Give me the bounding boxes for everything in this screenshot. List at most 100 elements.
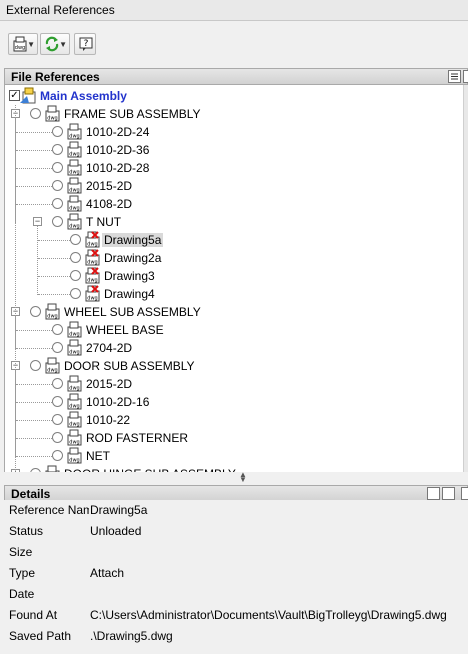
tree-node-label[interactable]: 1010-2D-24 [84, 125, 151, 139]
expand-icon[interactable] [461, 487, 468, 500]
tree-node[interactable]: − dwg DOOR SUB ASSEMBLY [5, 357, 464, 375]
tree-node[interactable]: dwg 2015-2D [5, 375, 464, 393]
details-row: Found At C:\Users\Administrator\Documents… [9, 605, 464, 625]
tree-node-label[interactable]: Drawing3 [102, 269, 157, 283]
node-radio[interactable] [52, 396, 63, 407]
node-radio[interactable] [52, 450, 63, 461]
svg-text:dwg: dwg [69, 170, 79, 176]
tree-node[interactable]: dwg Drawing5a [5, 231, 464, 249]
dwg-file-icon: dwg [67, 321, 82, 338]
svg-text:dwg: dwg [69, 134, 79, 140]
node-radio[interactable] [30, 360, 41, 371]
node-radio[interactable] [70, 234, 81, 245]
details-row: Reference NameDrawing5a [9, 500, 464, 520]
tree-node[interactable]: dwg 1010-22 [5, 411, 464, 429]
tree-node-label[interactable]: Drawing5a [102, 233, 164, 247]
node-radio[interactable] [52, 432, 63, 443]
node-radio[interactable] [70, 270, 81, 281]
tree-node[interactable]: dwg 2015-2D [5, 177, 464, 195]
dwg-file-icon: dwg [45, 357, 60, 374]
tree-node-label[interactable]: 4108-2D [84, 197, 134, 211]
tree-node-label[interactable]: WHEEL BASE [84, 323, 166, 337]
node-radio[interactable] [52, 198, 63, 209]
attach-dwg-icon: dwg [13, 36, 27, 52]
dwg-file-icon: dwg [45, 303, 60, 320]
tree-node[interactable]: dwg 1010-2D-28 [5, 159, 464, 177]
tree-node[interactable]: − dwg T NUT [5, 213, 464, 231]
svg-text:dwg: dwg [69, 404, 79, 410]
node-radio[interactable] [30, 108, 41, 119]
tree-node[interactable]: dwg WHEEL BASE [5, 321, 464, 339]
tree-node[interactable]: dwg 4108-2D [5, 195, 464, 213]
help-button[interactable]: ? [74, 33, 96, 55]
node-radio[interactable] [70, 252, 81, 263]
tree-view-icon[interactable] [463, 70, 468, 83]
tree-node-label[interactable]: Main Assembly [38, 89, 129, 103]
tree-node-label[interactable]: WHEEL SUB ASSEMBLY [62, 305, 203, 319]
details-key: Found At [9, 608, 58, 622]
tree-node-label[interactable]: FRAME SUB ASSEMBLY [62, 107, 202, 121]
attach-dwg-button[interactable]: dwg ▼ [8, 33, 38, 55]
tree-node[interactable]: dwg 1010-2D-24 [5, 123, 464, 141]
tree-node[interactable]: − dwg WHEEL SUB ASSEMBLY [5, 303, 464, 321]
refresh-button[interactable]: ▼ [40, 33, 70, 55]
refresh-icon [45, 36, 59, 52]
tree-node-label[interactable]: 1010-2D-36 [84, 143, 151, 157]
preview-view-icon[interactable] [442, 487, 455, 500]
node-radio[interactable] [52, 126, 63, 137]
tree-node[interactable]: dwg 2704-2D [5, 339, 464, 357]
tree-node[interactable]: dwg NET [5, 447, 464, 465]
panel-splitter[interactable]: ▲ ▼ [4, 471, 468, 484]
chevron-down-icon[interactable]: ▼ [59, 40, 67, 49]
node-radio[interactable] [52, 180, 63, 191]
toolbar: dwg ▼ ▼ ? [0, 21, 468, 65]
tree-node-label[interactable]: 2015-2D [84, 377, 134, 391]
tree-node-label[interactable]: 1010-22 [84, 413, 132, 427]
tree-node[interactable]: − dwg FRAME SUB ASSEMBLY [5, 105, 464, 123]
tree-node[interactable]: dwg Drawing2a [5, 249, 464, 267]
details-key: Type [9, 566, 36, 580]
tree-node[interactable]: dwg ROD FASTERNER [5, 429, 464, 447]
tree-node[interactable]: ✓ Main Assembly [5, 87, 464, 105]
tree-scrollbar[interactable] [463, 85, 468, 472]
list-view-icon[interactable] [448, 70, 461, 83]
dwg-file-icon: dwg [67, 159, 82, 176]
tree-node-label[interactable]: 1010-2D-16 [84, 395, 151, 409]
tree-node-label[interactable]: 1010-2D-28 [84, 161, 151, 175]
tree-node-label[interactable]: 2704-2D [84, 341, 134, 355]
node-radio[interactable] [52, 342, 63, 353]
tree-node-label[interactable]: NET [84, 449, 112, 463]
details-panel: Reference NameDrawing5a Status Unloaded Siz… [4, 500, 468, 654]
tree-node[interactable]: dwg 1010-2D-36 [5, 141, 464, 159]
node-radio[interactable] [52, 324, 63, 335]
node-radio[interactable] [52, 162, 63, 173]
tree-node[interactable]: +dwgDOOR HINGE SUB ASSEMBLY [5, 465, 464, 472]
tree-node-label[interactable]: DOOR SUB ASSEMBLY [62, 359, 196, 373]
dwg-file-icon: dwg [67, 195, 82, 212]
dwg-file-icon: dwg [67, 411, 82, 428]
details-view-icon[interactable] [427, 487, 440, 500]
node-radio[interactable] [52, 378, 63, 389]
tree-node-label[interactable]: Drawing4 [102, 287, 157, 301]
tree-node-label[interactable]: T NUT [84, 215, 123, 229]
details-row: Status Unloaded [9, 521, 464, 541]
tree-node-label[interactable]: Drawing2a [102, 251, 163, 265]
node-radio[interactable] [52, 216, 63, 227]
svg-text:dwg: dwg [69, 440, 79, 446]
node-radio[interactable] [30, 306, 41, 317]
dwg-file-icon: dwg [67, 339, 82, 356]
node-radio[interactable] [52, 414, 63, 425]
tree-node-label[interactable]: ROD FASTERNER [84, 431, 190, 445]
node-radio[interactable] [52, 144, 63, 155]
collapse-icon[interactable]: − [33, 217, 42, 226]
details-value: Attach [90, 566, 125, 580]
tree-node[interactable]: dwg Drawing3 [5, 267, 464, 285]
details-value: .\Drawing5.dwg [90, 629, 173, 643]
tree-node[interactable]: dwg Drawing4 [5, 285, 464, 303]
svg-text:dwg: dwg [69, 422, 79, 428]
node-radio[interactable] [70, 288, 81, 299]
splitter-grip-icon[interactable]: ▲ ▼ [239, 471, 247, 484]
chevron-down-icon[interactable]: ▼ [27, 40, 35, 49]
tree-node[interactable]: dwg 1010-2D-16 [5, 393, 464, 411]
tree-node-label[interactable]: 2015-2D [84, 179, 134, 193]
